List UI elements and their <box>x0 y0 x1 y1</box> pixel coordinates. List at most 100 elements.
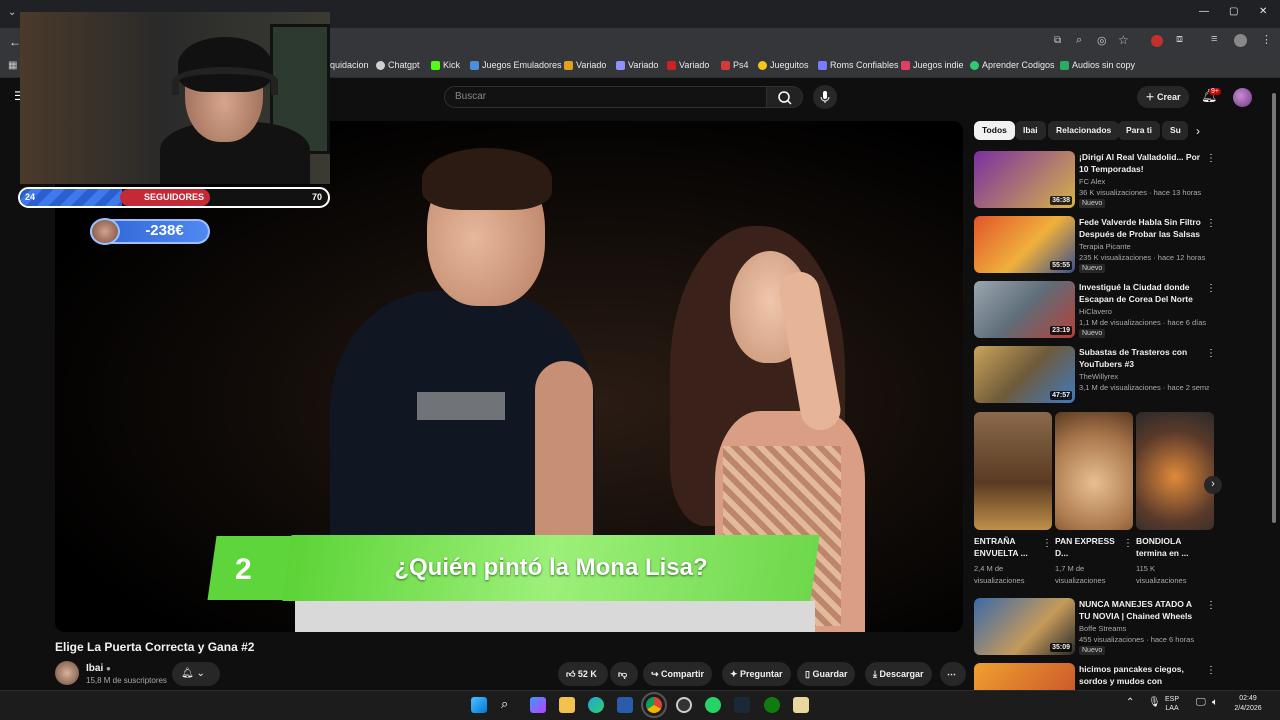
video-title-link[interactable]: NUNCA MANEJES ATADO A TU NOVIA | Chained… <box>1079 598 1204 622</box>
like-button[interactable]: 👍︎ 52 K <box>558 662 608 686</box>
video-thumbnail[interactable]: 36:38 <box>974 151 1075 208</box>
short-title[interactable]: ENTRAÑA ENVUELTA ... <box>974 535 1040 559</box>
voice-search-button[interactable] <box>813 85 837 109</box>
bookmark-item[interactable]: Variado <box>667 60 709 70</box>
media-icon[interactable]: ≡ <box>1211 33 1217 45</box>
extensions-puzzle-icon[interactable]: ⧈ <box>1176 33 1183 46</box>
chevron-right-icon[interactable]: › <box>1196 124 1200 138</box>
ask-button[interactable]: ✦ Preguntar <box>722 662 791 686</box>
search-input[interactable]: Buscar <box>444 86 767 108</box>
bookmark-item[interactable]: Ps4 <box>721 60 749 70</box>
volume-icon[interactable]: 🔈︎ <box>1212 697 1218 708</box>
bookmark-item[interactable]: Juegos Emuladores <box>470 60 562 70</box>
download-button[interactable]: ⤓ Descargar <box>865 662 932 686</box>
recommended-video[interactable]: 47:57 Subastas de Trasteros con YouTuber… <box>974 346 1216 404</box>
steam-icon[interactable] <box>734 697 750 713</box>
video-title-link[interactable]: Subastas de Trasteros con YouTubers #3 <box>1079 346 1204 370</box>
recommended-video[interactable]: 55:55 Fede Valverde Habla Sin Filtro Des… <box>974 216 1216 274</box>
channel-name[interactable]: Ibai ● <box>86 663 111 674</box>
create-button[interactable]: ＋ Crear <box>1137 86 1189 108</box>
app-icon[interactable] <box>793 697 809 713</box>
short-title[interactable]: BONDIOLA termina en ... <box>1136 535 1202 559</box>
more-options-icon[interactable]: ⋮ <box>1206 348 1216 359</box>
video-thumbnail[interactable]: 35:09 <box>974 598 1075 655</box>
video-title-link[interactable]: Fede Valverde Habla Sin Filtro Después d… <box>1079 216 1204 240</box>
network-icon[interactable]: 🖵︎ <box>1196 697 1206 708</box>
channel-avatar[interactable] <box>55 661 79 685</box>
bookmark-item[interactable]: Jueguitos <box>758 60 809 70</box>
short-item[interactable]: PAN EXPRESS D... 1,7 M de visualizacione… <box>1055 412 1133 587</box>
dislike-button[interactable]: 👎︎ <box>610 662 638 686</box>
tray-overflow-icon[interactable]: ⌃ <box>1126 697 1134 708</box>
save-button[interactable]: ▯ Guardar <box>797 662 856 686</box>
video-channel[interactable]: FC Alex <box>1079 177 1105 186</box>
store-icon[interactable] <box>617 697 633 713</box>
copilot-icon[interactable] <box>530 697 546 713</box>
cast-icon[interactable]: ⧉ <box>1054 35 1061 46</box>
bookmark-star-icon[interactable]: ☆ <box>1118 33 1129 47</box>
video-title-link[interactable]: Investigué la Ciudad donde Escapan de Co… <box>1079 281 1204 305</box>
minimize-button[interactable]: — <box>1199 6 1209 17</box>
more-options-icon[interactable]: ⋮ <box>1123 538 1133 549</box>
windows-start-icon[interactable] <box>471 697 487 713</box>
short-thumbnail[interactable] <box>1055 412 1133 530</box>
more-options-icon[interactable]: ⋮ <box>1206 665 1214 676</box>
github-icon[interactable] <box>676 697 692 713</box>
extension-icon[interactable] <box>1151 35 1163 47</box>
recommended-video[interactable]: 35:09 NUNCA MANEJES ATADO A TU NOVIA | C… <box>974 598 1216 656</box>
zoom-icon[interactable]: ⌕ <box>1076 34 1082 47</box>
video-title-link[interactable]: hicimos pancakes ciegos, sordos y mudos … <box>1079 663 1204 687</box>
video-thumbnail[interactable] <box>974 663 1075 690</box>
short-thumbnail[interactable] <box>1136 412 1214 530</box>
profile-avatar[interactable] <box>1234 34 1247 47</box>
subscription-bell-button[interactable]: 🔔︎ ⌄ <box>172 662 220 686</box>
video-channel[interactable]: Boffe Streams <box>1079 624 1126 633</box>
video-thumbnail[interactable]: 47:57 <box>974 346 1075 403</box>
short-item[interactable]: BONDIOLA termina en ... 115 K visualizac… <box>1136 412 1214 587</box>
bookmark-item[interactable]: Juegos indie <box>901 60 964 70</box>
short-title[interactable]: PAN EXPRESS D... <box>1055 535 1121 559</box>
account-avatar[interactable] <box>1233 88 1252 107</box>
file-explorer-icon[interactable] <box>559 697 575 713</box>
page-scrollbar[interactable] <box>1272 93 1276 523</box>
bookmark-item[interactable]: Audios sin copy <box>1060 60 1135 70</box>
browser-menu-icon[interactable]: ⋮ <box>1261 33 1272 46</box>
bookmark-item[interactable]: Chatgpt <box>376 60 420 70</box>
more-options-icon[interactable]: ⋮ <box>1042 538 1052 549</box>
chip-suscripciones[interactable]: Su <box>1162 121 1188 140</box>
bookmark-item[interactable]: Variado <box>564 60 606 70</box>
more-options-icon[interactable]: ⋮ <box>1206 600 1216 611</box>
share-button[interactable]: ↪ Compartir <box>643 662 713 686</box>
recommended-video[interactable]: 36:38 ¡Dirigí Al Real Valladolid... Por … <box>974 151 1216 209</box>
xbox-icon[interactable] <box>764 697 780 713</box>
clock[interactable]: 02:49 2/4/2026 <box>1230 694 1266 714</box>
chip-para-ti[interactable]: Para ti <box>1118 121 1160 140</box>
chrome-icon[interactable] <box>641 692 667 718</box>
more-options-icon[interactable]: ⋮ <box>1206 283 1216 294</box>
bookmark-item[interactable]: Variado <box>616 60 658 70</box>
search-icon[interactable]: ⌕ <box>501 696 508 712</box>
whatsapp-icon[interactable] <box>705 697 721 713</box>
bookmark-item[interactable]: Roms Confiables <box>818 60 899 70</box>
video-title-link[interactable]: ¡Dirigí Al Real Valladolid... Por 10 Tem… <box>1079 151 1204 175</box>
more-options-icon[interactable]: ⋮ <box>1206 153 1216 164</box>
bookmark-item[interactable]: Kick <box>431 60 460 70</box>
chip-relacionados[interactable]: Relacionados <box>1048 121 1120 140</box>
video-channel[interactable]: Terapia Picante <box>1079 242 1131 251</box>
video-channel[interactable]: TheWillyrex <box>1079 372 1118 381</box>
eye-off-icon[interactable]: ◎ <box>1097 34 1107 47</box>
chip-todos[interactable]: Todos <box>974 121 1015 140</box>
apps-grid-icon[interactable]: ▦ <box>8 60 17 71</box>
recommended-video[interactable]: 23:19 Investigué la Ciudad donde Escapan… <box>974 281 1216 339</box>
more-options-icon[interactable]: ⋮ <box>1206 218 1216 229</box>
short-item[interactable]: ENTRAÑA ENVUELTA ... 2,4 M de visualizac… <box>974 412 1052 587</box>
bookmark-item[interactable]: iquidacion <box>328 60 369 70</box>
microphone-tray-icon[interactable]: 🎙︎ <box>1148 697 1161 708</box>
bookmark-item[interactable]: Aprender Codigos <box>970 60 1055 70</box>
maximize-button[interactable]: ▢ <box>1229 6 1238 17</box>
video-thumbnail[interactable]: 55:55 <box>974 216 1075 273</box>
search-button[interactable] <box>767 86 803 108</box>
tab-list-chevron-icon[interactable]: ⌄ <box>8 7 16 18</box>
short-thumbnail[interactable] <box>974 412 1052 530</box>
video-thumbnail[interactable]: 23:19 <box>974 281 1075 338</box>
